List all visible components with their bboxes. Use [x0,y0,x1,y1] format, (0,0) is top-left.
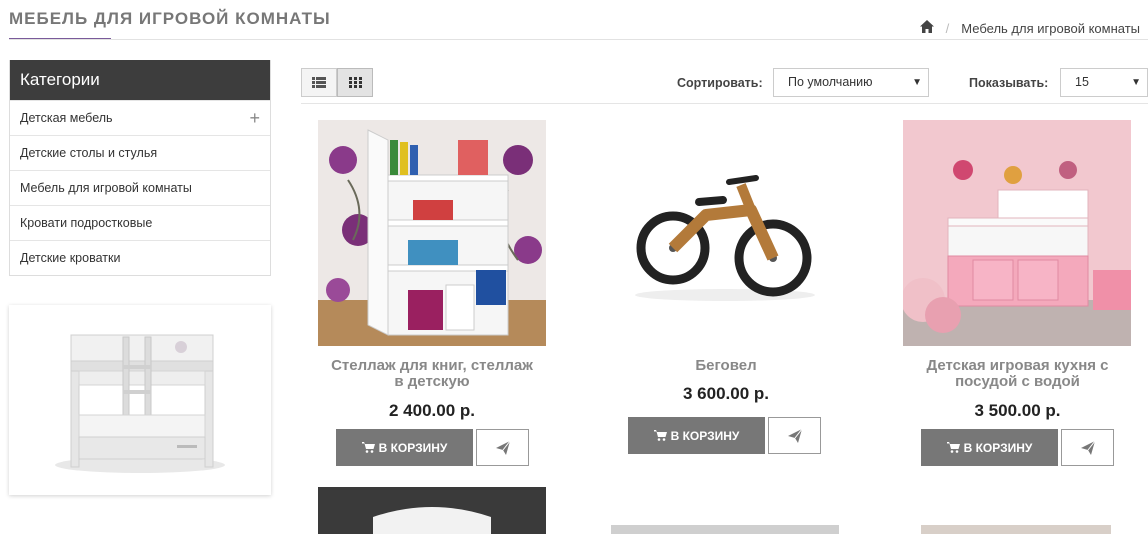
cart-icon [946,442,960,453]
quick-order-button[interactable] [768,417,821,454]
sidebar-item-label: Детские кроватки [20,251,121,265]
bunk-bed-image [55,334,225,473]
cart-icon [653,430,667,441]
chevron-down-icon: ▼ [912,77,922,88]
paper-plane-icon [1080,440,1095,455]
breadcrumb: / Мебель для игровой комнаты [919,20,1140,36]
sidebar-item-label: Кровати подростковые [20,216,153,230]
category-menu: Категории Детская мебель + Детские столы… [9,60,271,276]
sidebar-item-label: Детские столы и стулья [20,146,158,160]
sidebar-banner[interactable] [9,305,271,495]
breadcrumb-separator: / [945,20,950,36]
product-image-bookshelf[interactable] [318,120,546,346]
home-icon[interactable] [919,20,934,36]
sidebar-item-label: Детская мебель [20,111,113,125]
product-price: 2 400.00 р. [388,401,475,420]
add-to-cart-button[interactable]: В КОРЗИНУ [628,417,765,454]
product-image-play-kitchen[interactable] [901,120,1133,346]
plus-icon[interactable]: + [249,101,260,135]
cart-icon [361,442,375,453]
view-toggle [301,68,373,97]
sort-label: Сортировать: [677,76,763,90]
page-title: МЕБЕЛЬ ДЛЯ ИГРОВОЙ КОМНАТЫ [9,9,331,28]
sidebar-item-tables-chairs[interactable]: Детские столы и стулья [10,135,270,170]
sort-select-value: По умолчанию [788,75,873,89]
breadcrumb-current: Мебель для игровой комнаты [961,20,1140,36]
list-view-button[interactable] [301,68,337,97]
add-to-cart-button[interactable]: В КОРЗИНУ [921,429,1058,466]
show-select[interactable]: 15 ▼ [1060,68,1148,97]
quick-order-button[interactable] [1061,429,1114,466]
show-label: Показывать: [969,76,1049,90]
grid-view-button[interactable] [337,68,373,97]
product-name[interactable]: Детская игровая кухня с посудой с водой [887,358,1148,390]
category-heading: Категории [10,60,270,100]
grid-view-icon [348,77,362,88]
header-divider [9,39,1148,40]
paper-plane-icon [787,428,802,443]
sidebar-item-teen-beds[interactable]: Кровати подростковые [10,205,270,240]
toolbar-divider [301,103,1148,104]
product-image-balance-bike[interactable] [611,140,839,310]
product-name[interactable]: Стеллаж для книг, стеллаж в детскую [301,358,563,390]
list-view-icon [312,77,326,88]
sidebar-item-playroom-furniture[interactable]: Мебель для игровой комнаты [10,170,270,205]
paper-plane-icon [495,440,510,455]
sidebar-item-kids-furniture[interactable]: Детская мебель + [10,100,270,135]
product-image-next-2[interactable] [611,525,839,534]
product-image-next-3[interactable] [921,525,1111,534]
product-name[interactable]: Беговел [595,358,857,374]
show-select-value: 15 [1075,75,1089,89]
product-image-next-1[interactable] [318,487,546,534]
page: МЕБЕЛЬ ДЛЯ ИГРОВОЙ КОМНАТЫ / Мебель для … [0,0,1148,534]
product-price: 3 500.00 р. [974,401,1061,420]
add-to-cart-button[interactable]: В КОРЗИНУ [336,429,473,466]
sort-select[interactable]: По умолчанию ▼ [773,68,929,97]
sidebar-item-cribs[interactable]: Детские кроватки [10,240,270,275]
chevron-down-icon: ▼ [1131,77,1141,88]
sidebar-item-label: Мебель для игровой комнаты [20,181,192,195]
product-price: 3 600.00 р. [682,384,769,403]
quick-order-button[interactable] [476,429,529,466]
